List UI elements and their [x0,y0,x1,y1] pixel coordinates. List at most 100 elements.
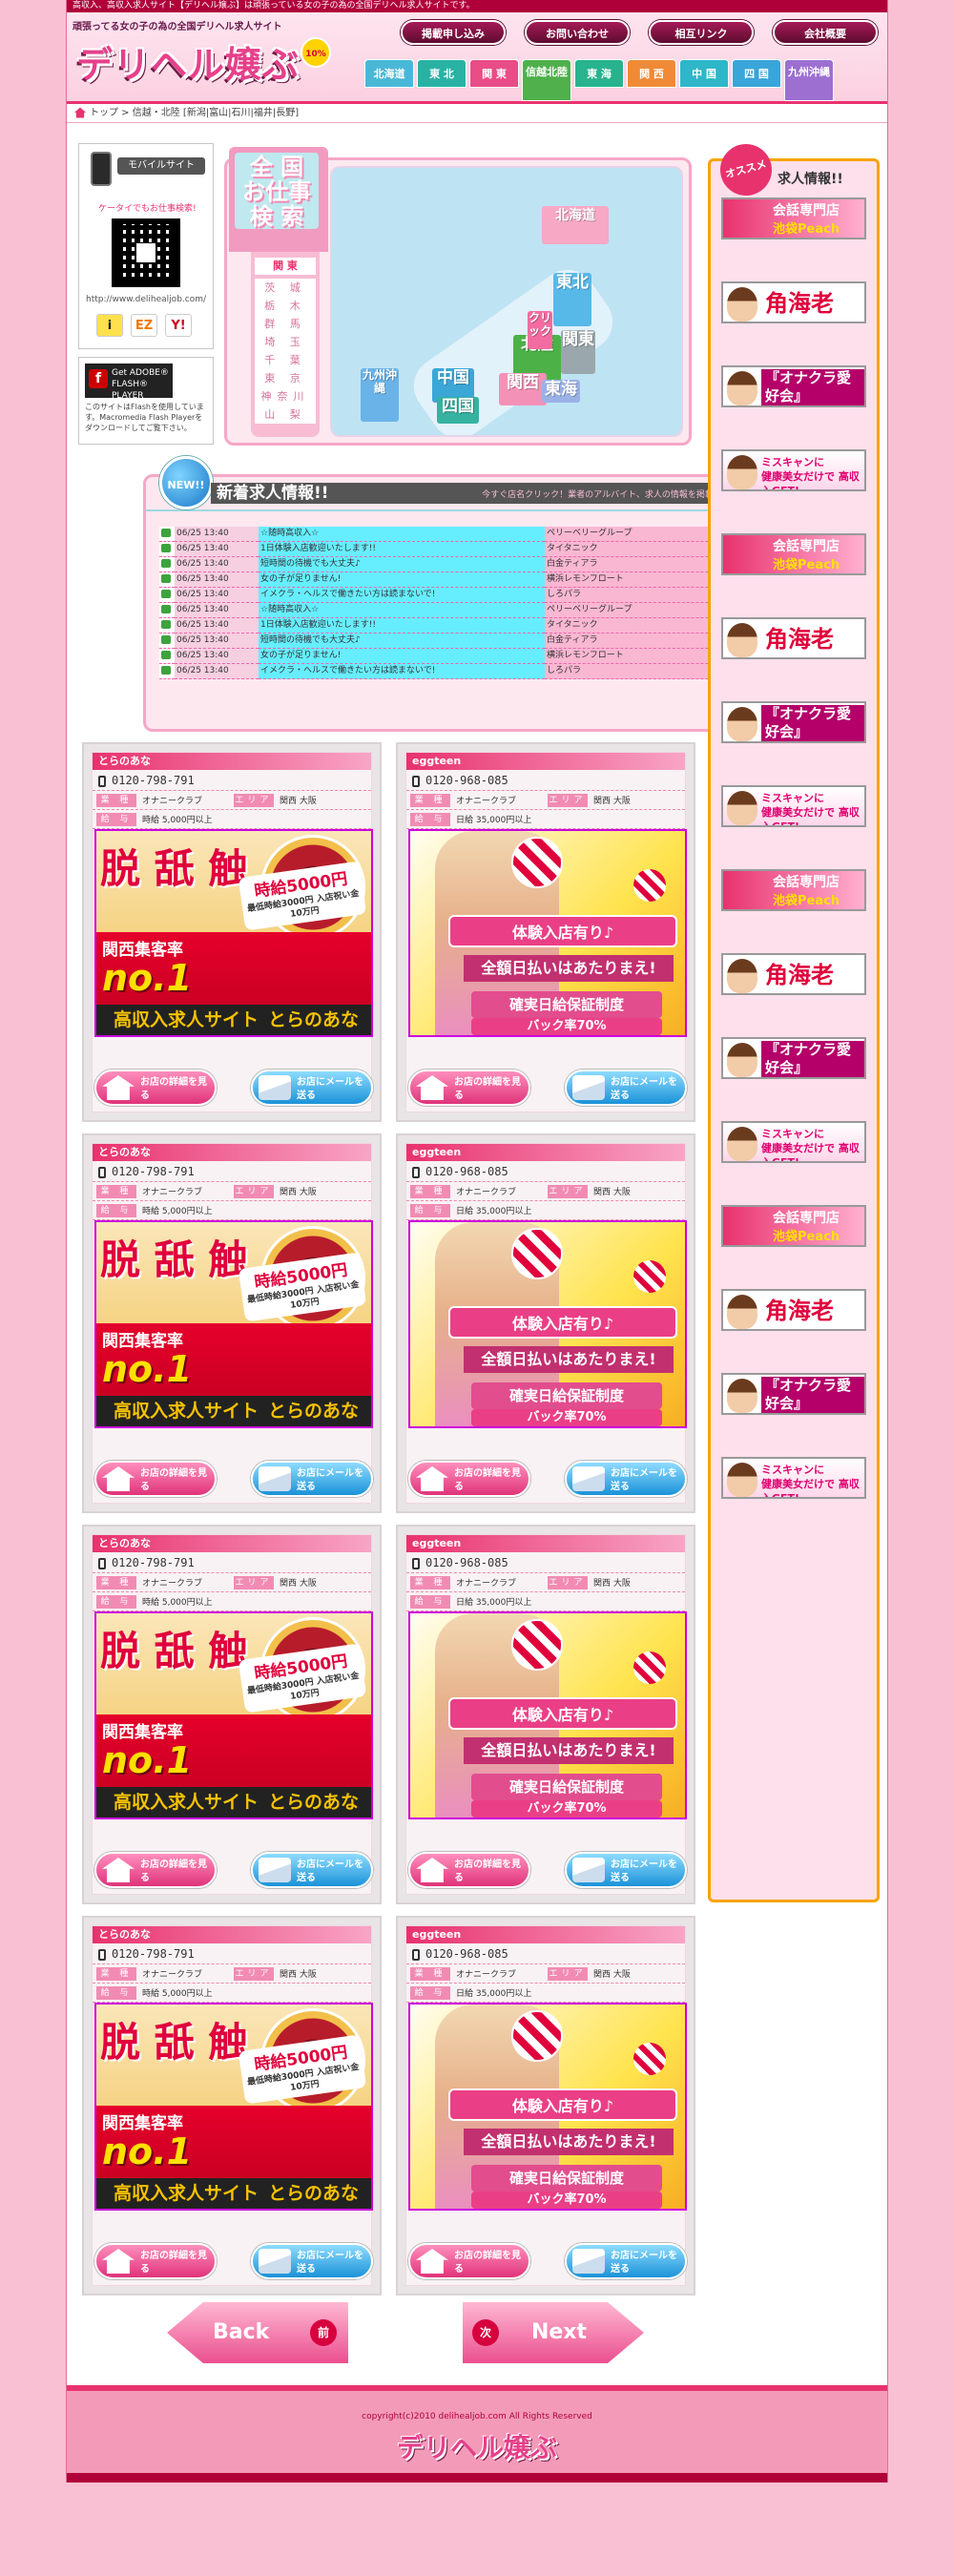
region-tab-5[interactable]: 関 西 [627,59,676,88]
news-row[interactable]: 06/25 13:40 女の子が足りません! 横浜レモンフロート [159,648,751,664]
home-icon[interactable] [74,107,86,118]
mobile-site-box[interactable]: モバイルサイト ケータイでもお仕事検索! http://www.deliheal… [78,143,214,349]
region-tab-4[interactable]: 東 海 [574,59,624,88]
map-region-7[interactable]: 九州沖縄 [361,368,399,422]
shop-detail-button[interactable]: お店の詳細を見る [94,2243,217,2279]
shop-detail-button[interactable]: お店の詳細を見る [408,1852,530,1888]
prefecture-item[interactable]: 埼 玉 [255,333,316,351]
nav-links-button[interactable]: 相互リンク [649,20,754,45]
nav-company-button[interactable]: 会社概要 [773,20,878,45]
shop-mail-button[interactable]: お店にメールを送る [251,1852,373,1888]
recommend-banner[interactable]: 会話専門店 池袋Peach [721,197,866,239]
recommend-banner[interactable]: 角海老 [721,617,866,659]
shop-mail-button[interactable]: お店にメールを送る [565,1461,687,1497]
recommend-banner[interactable]: 角海老 [721,281,866,323]
prefecture-item[interactable]: 東 京 [255,369,316,387]
shop-banner[interactable]: 脱 舐 触関西集客率no.1★ オナクラ!!時給5000円最低時給3000円 入… [94,829,373,1037]
shop-detail-button[interactable]: お店の詳細を見る [408,1070,530,1106]
shop-name[interactable]: とらのあな [93,1144,371,1161]
shop-name[interactable]: eggteen [406,1926,685,1943]
news-text[interactable]: 女の子が足りません! [259,648,545,664]
shop-banner[interactable]: 体験入店有り♪ 全額日払いはあたりまえ! 確実日給保証制度 バック率70% [408,1220,687,1428]
site-logo[interactable]: デリヘル嬢ぶ [76,35,300,88]
prefecture-item[interactable]: 神奈川 [255,387,316,405]
news-row[interactable]: 06/25 13:40 イメクラ・ヘルスで働きたい方は読まないで! しろパラ [159,587,751,603]
recommend-banner[interactable]: 角海老 [721,953,866,995]
shop-detail-button[interactable]: お店の詳細を見る [94,1852,217,1888]
back-button[interactable]: Back 前 [167,2302,348,2363]
recommend-banner[interactable]: 角海老 [721,1289,866,1331]
news-text[interactable]: 1日体験入店歓迎いたします!! [259,541,545,557]
map-region-2[interactable]: 関東 [561,330,595,374]
shop-name[interactable]: eggteen [406,1535,685,1552]
next-button[interactable]: 次 Next [463,2302,644,2363]
map-region-4[interactable]: 関西 [499,373,547,405]
prefecture-item[interactable]: 山 梨 [255,405,316,424]
region-tab-1[interactable]: 東 北 [417,59,467,88]
recommend-banner[interactable]: 会話専門店 池袋Peach [721,869,866,911]
shop-name[interactable]: とらのあな [93,1926,371,1943]
shop-mail-button[interactable]: お店にメールを送る [565,1070,687,1106]
news-text[interactable]: イメクラ・ヘルスで働きたい方は読まないで! [259,587,545,603]
shop-mail-button[interactable]: お店にメールを送る [251,2243,373,2279]
region-tab-2[interactable]: 関 東 [469,59,519,88]
shop-name[interactable]: eggteen [406,1144,685,1161]
recommend-banner[interactable]: 会話専門店 池袋Peach [721,1205,866,1247]
region-tab-6[interactable]: 中 国 [679,59,729,88]
news-row[interactable]: 06/25 13:40 短時間の待機でも大丈夫♪ 白金ティアラ [159,556,751,572]
news-text[interactable]: ☆随時高収入☆ [259,602,545,618]
recommend-banner[interactable]: ミスキャンに 健康美女だけで 高収入GET! [721,1457,866,1499]
shop-banner[interactable]: 脱 舐 触関西集客率no.1★ オナクラ!!時給5000円最低時給3000円 入… [94,1611,373,1819]
shop-mail-button[interactable]: お店にメールを送る [565,1852,687,1888]
shop-banner[interactable]: 体験入店有り♪ 全額日払いはあたりまえ! 確実日給保証制度 バック率70% [408,2003,687,2211]
nav-apply-button[interactable]: 掲載申し込み [401,20,506,45]
shop-detail-button[interactable]: お店の詳細を見る [94,1461,217,1497]
recommend-banner[interactable]: 『オナクラ愛好会』しろパラ [721,365,866,407]
recommend-banner[interactable]: ミスキャンに 健康美女だけで 高収入GET! [721,449,866,491]
flash-player-box[interactable]: Get ADOBE® FLASH® PLAYER このサイトはFlashを使用し… [78,357,214,445]
news-row[interactable]: 06/25 13:40 女の子が足りません! 横浜レモンフロート [159,571,751,588]
shop-detail-button[interactable]: お店の詳細を見る [408,1461,530,1497]
shop-name[interactable]: eggteen [406,753,685,770]
map-region-0[interactable]: 北海道 [542,206,609,244]
shop-detail-button[interactable]: お店の詳細を見る [408,2243,530,2279]
region-tab-8[interactable]: 九州沖縄 [784,59,834,101]
news-row[interactable]: 06/25 13:40 ☆随時高収入☆ ペリーベリーグループ [159,602,751,618]
region-tab-7[interactable]: 四 国 [732,59,781,88]
region-tab-0[interactable]: 北海道 [364,59,414,88]
flash-player-badge[interactable]: Get ADOBE® FLASH® PLAYER [85,364,173,401]
shop-banner[interactable]: 脱 舐 触関西集客率no.1★ オナクラ!!時給5000円最低時給3000円 入… [94,2003,373,2211]
news-text[interactable]: ☆随時高収入☆ [259,527,545,542]
footer-logo[interactable]: デリヘル嬢ぶ [67,2427,887,2465]
shop-name[interactable]: とらのあな [93,753,371,770]
shop-banner[interactable]: 脱 舐 触関西集客率no.1★ オナクラ!!時給5000円最低時給3000円 入… [94,1220,373,1428]
news-row[interactable]: 06/25 13:40 短時間の待機でも大丈夫♪ 白金ティアラ [159,633,751,649]
news-text[interactable]: 女の子が足りません! [259,571,545,588]
news-text[interactable]: イメクラ・ヘルスで働きたい方は読まないで! [259,663,545,679]
shop-detail-button[interactable]: お店の詳細を見る [94,1070,217,1106]
recommend-banner[interactable]: 『オナクラ愛好会』しろパラ [721,701,866,743]
nav-contact-button[interactable]: お問い合わせ [525,20,630,45]
shop-mail-button[interactable]: お店にメールを送る [251,1461,373,1497]
news-row[interactable]: 06/25 13:40 ☆随時高収入☆ ペリーベリーグループ [159,527,751,542]
news-row[interactable]: 06/25 13:40 イメクラ・ヘルスで働きたい方は読まないで! しろパラ [159,663,751,679]
news-row[interactable]: 06/25 13:40 1日体験入店歓迎いたします!! タイタニック [159,541,751,557]
prefecture-item[interactable]: 栃 木 [255,297,316,315]
map-region-9[interactable]: クリック [528,311,552,349]
map-region-6[interactable]: 四国 [437,397,479,424]
recommend-banner[interactable]: ミスキャンに 健康美女だけで 高収入GET! [721,1121,866,1163]
news-row[interactable]: 06/25 13:40 1日体験入店歓迎いたします!! タイタニック [159,617,751,634]
recommend-banner[interactable]: 『オナクラ愛好会』しろパラ [721,1373,866,1415]
map-region-1[interactable]: 東北 [553,273,591,326]
prefecture-item[interactable]: 千 葉 [255,351,316,369]
news-text[interactable]: 短時間の待機でも大丈夫♪ [259,556,545,572]
prefecture-item[interactable]: 群 馬 [255,315,316,333]
shop-banner[interactable]: 体験入店有り♪ 全額日払いはあたりまえ! 確実日給保証制度 バック率70% [408,829,687,1037]
shop-mail-button[interactable]: お店にメールを送る [565,2243,687,2279]
shop-banner[interactable]: 体験入店有り♪ 全額日払いはあたりまえ! 確実日給保証制度 バック率70% [408,1611,687,1819]
shop-name[interactable]: とらのあな [93,1535,371,1552]
shop-mail-button[interactable]: お店にメールを送る [251,1070,373,1106]
news-text[interactable]: 短時間の待機でも大丈夫♪ [259,633,545,649]
recommend-banner[interactable]: ミスキャンに 健康美女だけで 高収入GET! [721,785,866,827]
news-text[interactable]: 1日体験入店歓迎いたします!! [259,617,545,634]
